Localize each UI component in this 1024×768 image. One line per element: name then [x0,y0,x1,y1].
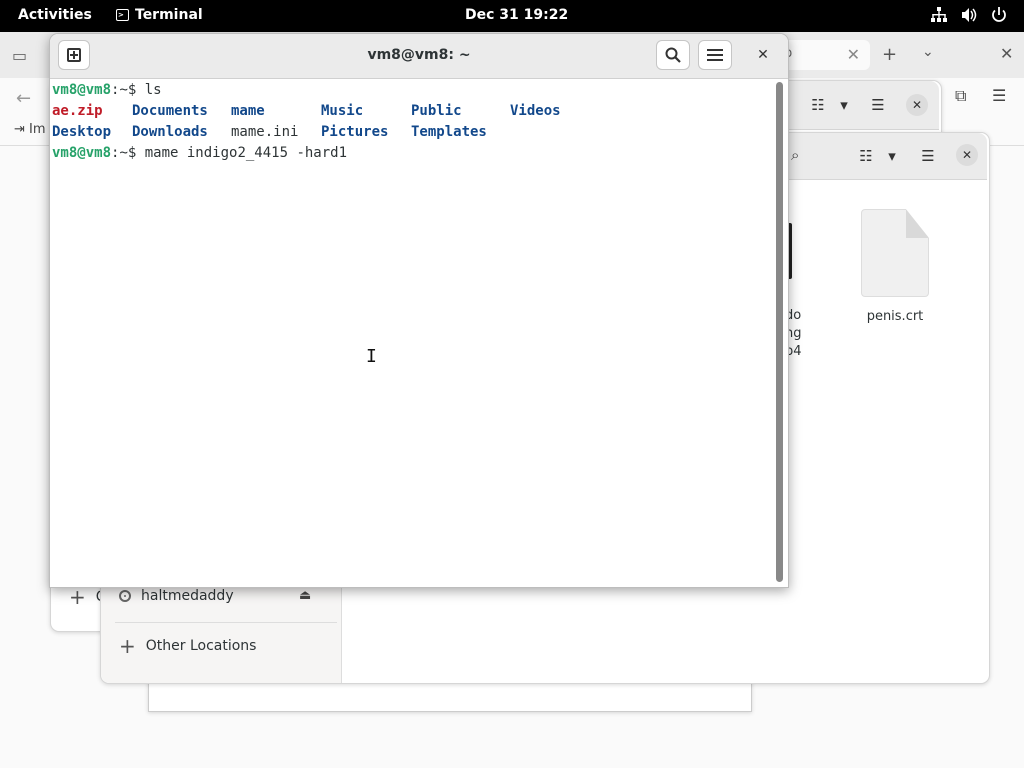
network-icon [930,6,948,24]
terminal-output[interactable]: vm8@vm8:~$ ls ae.zip Documents mame Music Pu… [52,80,772,585]
ls-entry: Public [411,103,462,119]
prompt-path: :~$ [111,145,145,161]
sidebar-item-other-locations[interactable]: + Other Locations [119,634,257,658]
clock[interactable]: Dec 31 19:22 [465,7,568,23]
sidebar-item-label: haltmedaddy [141,588,234,604]
ls-output-row: ae.zip Documents mame Music Public Videos [52,101,772,122]
scrollbar[interactable] [776,82,783,582]
sidebar-item-label: Other Locations [145,638,257,654]
ls-entry: ae.zip [52,103,103,119]
ls-entry: Documents [132,103,208,119]
ls-output-row: Desktop Downloads mame.ini Pictures Template… [52,122,772,143]
document-icon [861,209,929,297]
ls-entry: Music [321,103,364,119]
divider [115,622,337,623]
ls-entry: mame [231,103,265,119]
back-arrow-icon[interactable]: ← [16,88,31,109]
prompt-path: :~$ [111,82,145,98]
plus-icon: + [69,585,86,609]
text-cursor-icon: I [366,346,377,367]
command-text: ls [144,82,162,98]
file-name: penis.crt [866,309,924,324]
ls-entry: mame.ini [231,124,299,140]
ls-entry: Videos [510,103,561,119]
eject-icon[interactable]: ⏏ [299,588,311,603]
close-icon[interactable]: ✕ [956,144,978,166]
ls-entry: Desktop [52,124,112,140]
import-link[interactable]: ⇥ Im [14,122,46,137]
prompt-user: vm8@vm8 [52,145,112,161]
menu-icon[interactable]: ☰ [911,141,945,171]
power-icon [990,6,1008,24]
file-item[interactable]: penis.crt [845,209,945,324]
new-tab-icon[interactable]: + [882,44,897,65]
menu-button[interactable] [698,40,732,70]
tab-close-icon[interactable]: ✕ [847,45,860,64]
import-label: Im [29,122,46,137]
sidebar-item-drive[interactable]: haltmedaddy [119,588,234,604]
extensions-icon[interactable]: ⧉ [955,86,966,106]
chevron-down-icon[interactable]: ▾ [827,90,861,120]
command-text: mame indigo2_4415 -hard1 [144,145,348,161]
terminal-window[interactable]: vm8@vm8: ~ ✕ vm8@vm8:~$ ls ae.zip Documen… [49,33,789,588]
activities-button[interactable]: Activities [18,7,92,23]
terminal-line: vm8@vm8:~$ mame indigo2_4415 -hard1 [52,143,772,164]
volume-icon [960,6,978,24]
close-icon: ✕ [757,47,769,63]
app-menu[interactable]: > Terminal [116,7,203,23]
close-icon[interactable]: ✕ [1000,44,1013,63]
terminal-line: vm8@vm8:~$ ls [52,80,772,101]
close-button[interactable]: ✕ [752,44,774,66]
plus-icon: + [119,634,136,658]
app-menu-label: Terminal [135,7,203,23]
close-icon[interactable]: ✕ [906,94,928,116]
tab-overview-icon[interactable]: ▭ [12,46,27,65]
terminal-icon: > [116,9,129,21]
menu-icon[interactable]: ☰ [861,90,895,120]
drive-icon [119,590,131,602]
ls-entry: Pictures [321,124,389,140]
search-icon [665,47,681,63]
chevron-down-icon[interactable]: ⌄ [922,44,934,60]
hamburger-icon [707,49,723,61]
search-icon[interactable]: ⌕ [791,146,799,164]
chevron-down-icon[interactable]: ▾ [875,141,909,171]
ls-entry: Templates [411,124,487,140]
search-button[interactable] [656,40,690,70]
system-tray[interactable] [930,6,1008,24]
top-bar: Activities > Terminal Dec 31 19:22 [0,0,1024,32]
prompt-user: vm8@vm8 [52,82,112,98]
ls-entry: Downloads [132,124,208,140]
browser-menu-icon[interactable]: ☰ [992,86,1006,105]
